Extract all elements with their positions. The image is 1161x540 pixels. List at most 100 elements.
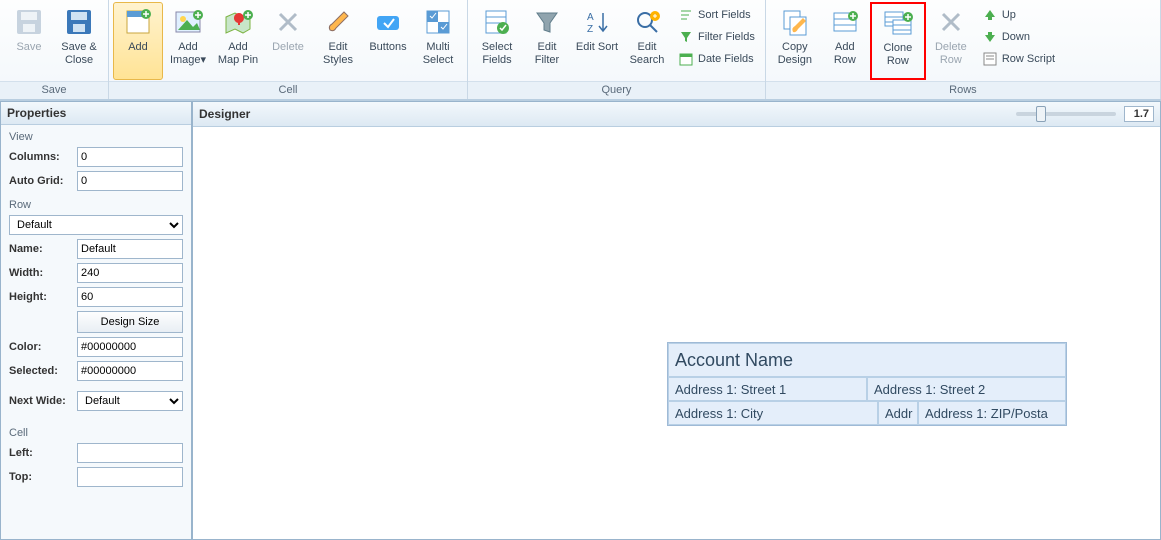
delete-row-button[interactable]: Delete Row: [926, 2, 976, 80]
row-down-button[interactable]: Down: [980, 28, 1057, 46]
edit-styles-button[interactable]: Edit Styles: [313, 2, 363, 80]
color-input[interactable]: [77, 337, 183, 357]
filter-icon: [531, 6, 563, 38]
autogrid-label: Auto Grid:: [9, 175, 73, 187]
ribbon-group-label-save: Save: [0, 81, 108, 99]
image-icon: [172, 6, 204, 38]
select-fields-button[interactable]: Select Fields: [472, 2, 522, 80]
svg-text:A: A: [587, 12, 594, 23]
map-pin-icon: [222, 6, 254, 38]
card-cell-city[interactable]: Address 1: City: [668, 401, 878, 425]
multi-select-button[interactable]: Multi Select: [413, 2, 463, 80]
select-fields-icon: [481, 6, 513, 38]
nextwide-select[interactable]: Default: [77, 391, 183, 411]
filter-fields-icon: [678, 29, 694, 45]
color-label: Color:: [9, 341, 73, 353]
height-label: Height:: [9, 291, 73, 303]
delete-row-icon: [935, 6, 967, 38]
selected-input[interactable]: [77, 361, 183, 381]
card-cell-street2[interactable]: Address 1: Street 2: [867, 377, 1066, 401]
delete-icon: [272, 6, 304, 38]
add-image-button[interactable]: Add Image▾: [163, 2, 213, 80]
clone-row-icon: [882, 7, 914, 39]
zoom-slider[interactable]: [1016, 112, 1116, 116]
ribbon-group-cell: Add Add Image▾ Add Map Pin Delete: [109, 0, 468, 99]
autogrid-input[interactable]: [77, 171, 183, 191]
zoom-value[interactable]: 1.7: [1124, 106, 1154, 122]
filter-fields-button[interactable]: Filter Fields: [676, 28, 757, 46]
ribbon-group-label-query: Query: [468, 81, 765, 99]
designer-canvas[interactable]: Account Name Address 1: Street 1 Address…: [193, 127, 1160, 539]
left-label: Left:: [9, 447, 73, 459]
properties-body: View Columns: Auto Grid: Row Default Nam…: [1, 125, 191, 539]
edit-filter-button[interactable]: Edit Filter: [522, 2, 572, 80]
row-select[interactable]: Default: [9, 215, 183, 235]
ribbon-group-save: Save Save & Close Save: [0, 0, 109, 99]
add-row-button[interactable]: Add Row: [820, 2, 870, 80]
sort-fields-button[interactable]: Sort Fields: [676, 6, 757, 24]
name-label: Name:: [9, 243, 73, 255]
copy-icon: [779, 6, 811, 38]
row-section: Row: [1, 193, 191, 213]
add-row-icon: [829, 6, 861, 38]
sort-icon: AZ: [581, 6, 613, 38]
height-input[interactable]: [77, 287, 183, 307]
edit-sort-button[interactable]: AZ Edit Sort: [572, 2, 622, 80]
buttons-button[interactable]: Buttons: [363, 2, 413, 80]
copy-design-button[interactable]: Copy Design: [770, 2, 820, 80]
ribbon-group-query: Select Fields Edit Filter AZ Edit Sort E…: [468, 0, 766, 99]
width-label: Width:: [9, 267, 73, 279]
design-card[interactable]: Account Name Address 1: Street 1 Address…: [667, 342, 1067, 426]
properties-header: Properties: [1, 102, 191, 125]
ribbon-group-rows: Copy Design Add Row Clone Row Delete Row: [766, 0, 1161, 99]
card-cell-street1[interactable]: Address 1: Street 1: [668, 377, 867, 401]
brush-icon: [322, 6, 354, 38]
top-input[interactable]: [77, 467, 183, 487]
up-arrow-icon: [982, 7, 998, 23]
ribbon: Save Save & Close Save Add: [0, 0, 1161, 100]
ribbon-group-label-rows: Rows: [766, 81, 1160, 99]
design-size-button[interactable]: Design Size: [77, 311, 183, 333]
width-input[interactable]: [77, 263, 183, 283]
save-button[interactable]: Save: [4, 2, 54, 80]
delete-button[interactable]: Delete: [263, 2, 313, 80]
properties-panel: Properties View Columns: Auto Grid: Row …: [0, 101, 192, 540]
add-icon: [122, 6, 154, 38]
sort-fields-icon: [678, 7, 694, 23]
view-section: View: [1, 125, 191, 145]
date-fields-button[interactable]: Date Fields: [676, 50, 757, 68]
selected-label: Selected:: [9, 365, 73, 377]
cell-section: Cell: [1, 421, 191, 441]
top-label: Top:: [9, 471, 73, 483]
columns-input[interactable]: [77, 147, 183, 167]
calendar-icon: [678, 51, 694, 67]
save-icon: [13, 6, 45, 38]
body-area: Properties View Columns: Auto Grid: Row …: [0, 100, 1161, 540]
add-button[interactable]: Add: [113, 2, 163, 80]
save-close-icon: [63, 6, 95, 38]
nextwide-label: Next Wide:: [9, 395, 73, 407]
ribbon-group-label-cell: Cell: [109, 81, 467, 99]
row-script-button[interactable]: Row Script: [980, 50, 1057, 68]
name-input[interactable]: [77, 239, 183, 259]
card-cell-addr[interactable]: Addr: [878, 401, 918, 425]
add-map-pin-button[interactable]: Add Map Pin: [213, 2, 263, 80]
save-close-button[interactable]: Save & Close: [54, 2, 104, 80]
designer-header: Designer 1.7: [193, 102, 1160, 127]
clone-row-button[interactable]: Clone Row: [870, 2, 926, 80]
buttons-icon: [372, 6, 404, 38]
down-arrow-icon: [982, 29, 998, 45]
svg-text:Z: Z: [587, 24, 593, 35]
search-icon: [631, 6, 663, 38]
multi-select-icon: [422, 6, 454, 38]
edit-search-button[interactable]: Edit Search: [622, 2, 672, 80]
zoom-slider-thumb[interactable]: [1036, 106, 1046, 122]
columns-label: Columns:: [9, 151, 73, 163]
card-cell-zip[interactable]: Address 1: ZIP/Posta: [918, 401, 1066, 425]
zoom-control: 1.7: [1016, 106, 1154, 122]
script-icon: [982, 51, 998, 67]
designer-panel: Designer 1.7 Account Name Address 1: Str…: [192, 101, 1161, 540]
card-title-cell[interactable]: Account Name: [668, 343, 1066, 377]
row-up-button[interactable]: Up: [980, 6, 1057, 24]
left-input[interactable]: [77, 443, 183, 463]
